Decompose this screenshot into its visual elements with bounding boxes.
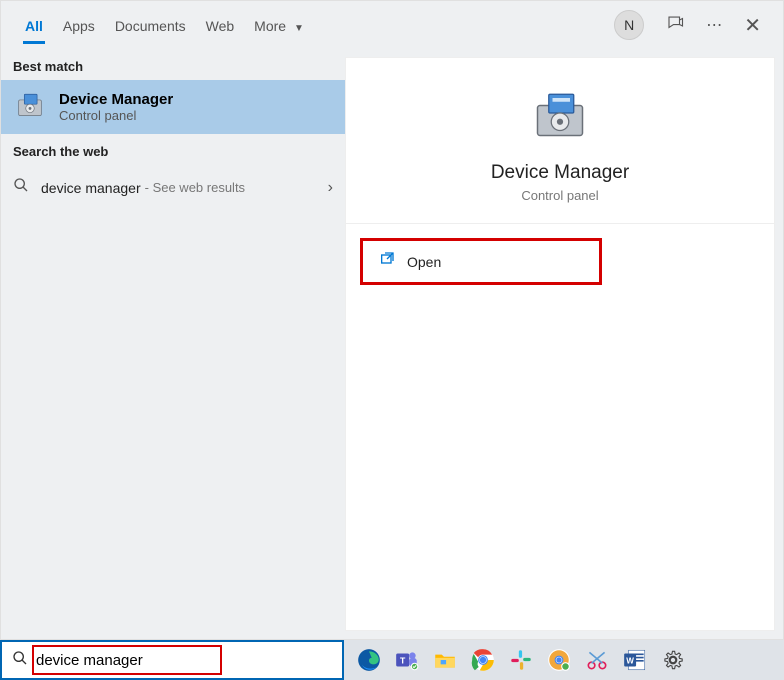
chrome-canary-icon[interactable] [544, 645, 574, 675]
tab-web[interactable]: Web [196, 6, 245, 44]
tab-all[interactable]: All [15, 6, 53, 44]
settings-icon[interactable] [658, 645, 688, 675]
search-icon [12, 650, 28, 671]
details-header: Device Manager Control panel [346, 58, 774, 224]
header-actions: N ⋯ ✕ [614, 10, 769, 40]
taskbar-search[interactable] [0, 640, 344, 680]
best-match-title: Device Manager [59, 91, 173, 108]
search-window: All Apps Documents Web More ▼ N ⋯ ✕ Best… [0, 0, 784, 640]
details-title: Device Manager [346, 162, 774, 184]
left-pane: Best match Device Manager Control panel … [1, 49, 345, 639]
tab-more[interactable]: More ▼ [244, 6, 314, 44]
chevron-right-icon: › [328, 179, 333, 197]
taskbar-icons: T W [344, 645, 784, 675]
chrome-icon[interactable] [468, 645, 498, 675]
taskbar: T W [0, 640, 784, 680]
close-icon[interactable]: ✕ [744, 13, 761, 38]
open-label: Open [407, 254, 441, 270]
svg-text:T: T [400, 655, 406, 665]
tab-documents[interactable]: Documents [105, 6, 196, 44]
right-pane: Device Manager Control panel Open [345, 57, 775, 631]
tab-more-label: More [254, 18, 286, 34]
best-match-text: Device Manager Control panel [59, 91, 173, 123]
panes: Best match Device Manager Control panel … [1, 49, 783, 639]
teams-icon[interactable]: T [392, 645, 422, 675]
details-subtitle: Control panel [346, 188, 774, 203]
tab-apps[interactable]: Apps [53, 6, 105, 44]
best-match-result[interactable]: Device Manager Control panel [1, 80, 345, 134]
word-icon[interactable]: W [620, 645, 650, 675]
best-match-subtitle: Control panel [59, 108, 173, 123]
more-options-icon[interactable]: ⋯ [706, 15, 722, 35]
open-icon [379, 251, 395, 272]
tab-row: All Apps Documents Web More ▼ N ⋯ ✕ [1, 1, 783, 49]
file-explorer-icon[interactable] [430, 645, 460, 675]
search-input[interactable] [36, 652, 296, 669]
web-result-label: device manager [41, 180, 141, 196]
web-result-hint: - See web results [145, 180, 245, 195]
svg-text:W: W [626, 656, 634, 665]
snip-icon[interactable] [582, 645, 612, 675]
user-avatar[interactable]: N [614, 10, 644, 40]
open-button[interactable]: Open [360, 238, 602, 285]
device-manager-icon [530, 88, 590, 148]
feedback-icon[interactable] [666, 14, 684, 37]
chevron-down-icon: ▼ [294, 23, 304, 34]
search-web-header: Search the web [1, 134, 345, 165]
slack-icon[interactable] [506, 645, 536, 675]
device-manager-icon [13, 90, 47, 124]
web-result-row[interactable]: device manager - See web results › [1, 165, 345, 210]
search-icon [13, 177, 29, 198]
edge-icon[interactable] [354, 645, 384, 675]
best-match-header: Best match [1, 49, 345, 80]
